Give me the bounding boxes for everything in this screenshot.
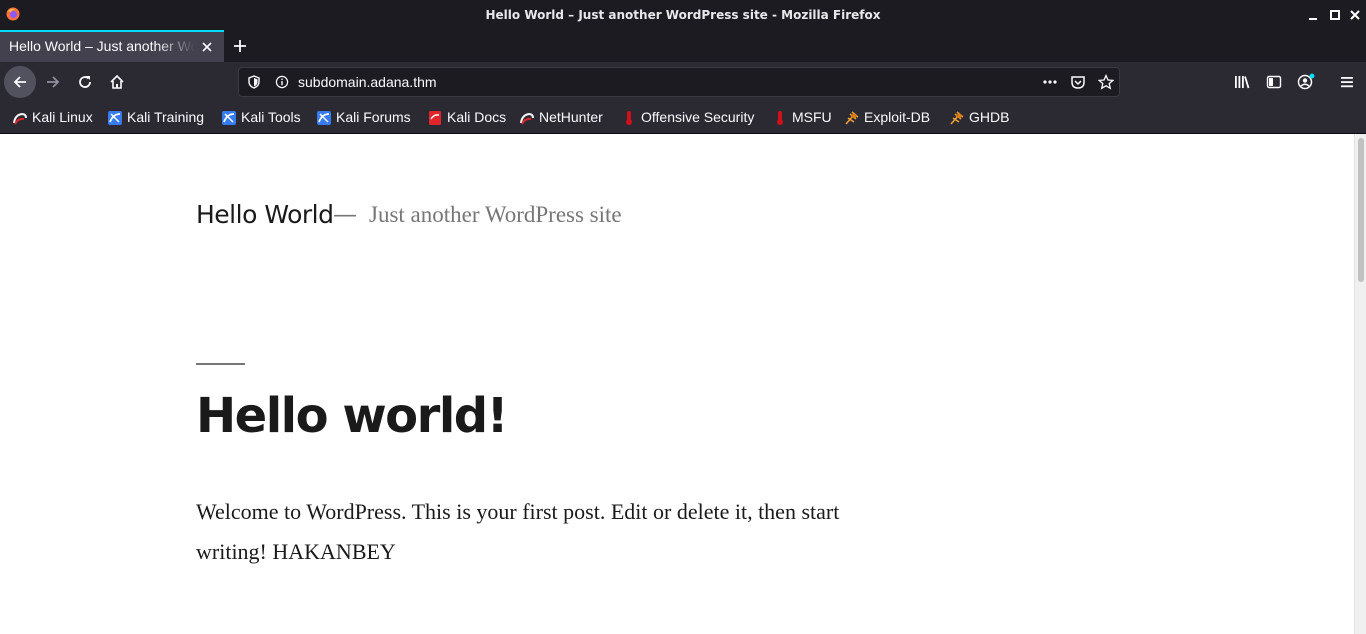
bookmark-nethunter[interactable]: NetHunter <box>519 109 611 127</box>
minimize-icon[interactable] <box>1306 8 1320 22</box>
post-divider <box>196 363 245 365</box>
exploitdb-icon <box>845 111 859 125</box>
bookmark-offensive-security[interactable]: Offensive Security <box>621 109 763 127</box>
kali-training-icon <box>108 111 122 125</box>
bookmarks-toolbar: Kali Linux Kali Training Kali Tools Kali… <box>0 102 1366 134</box>
window-titlebar: Hello World – Just another WordPress sit… <box>0 0 1366 30</box>
site-title-link[interactable]: Hello World <box>196 200 334 229</box>
forward-arrow-icon <box>47 76 60 88</box>
bookmark-label: Kali Tools <box>241 109 301 125</box>
bookmark-kali-linux[interactable]: Kali Linux <box>12 109 96 127</box>
bookmark-ghdb[interactable]: GHDB <box>949 109 1013 127</box>
bookmark-label: MSFU <box>792 109 832 125</box>
home-button[interactable] <box>101 66 133 98</box>
forward-button[interactable] <box>37 66 69 98</box>
site-description: Just another WordPress site <box>369 202 622 227</box>
sidebar-icon[interactable] <box>1266 74 1282 90</box>
bookmark-label: Kali Linux <box>32 109 93 125</box>
site-info-icon[interactable] <box>275 75 289 89</box>
library-icon[interactable] <box>1234 74 1250 90</box>
page-viewport: Hello World — Just another WordPress sit… <box>0 134 1354 634</box>
kali-docs-icon <box>429 111 441 125</box>
kali-tools-icon <box>222 111 236 125</box>
kali-dragon-icon <box>13 112 27 125</box>
kali-forums-icon <box>317 111 331 125</box>
maximize-icon[interactable] <box>1328 8 1342 22</box>
bookmark-label: NetHunter <box>539 109 603 125</box>
reload-button[interactable] <box>69 66 101 98</box>
back-button[interactable] <box>4 66 36 98</box>
back-arrow-icon <box>13 76 26 88</box>
page-scrollbar[interactable] <box>1354 134 1366 634</box>
bookmark-label: Kali Forums <box>336 109 411 125</box>
scrollbar-thumb[interactable] <box>1358 138 1364 282</box>
msfu-icon <box>777 111 783 125</box>
pocket-icon[interactable] <box>1070 74 1086 90</box>
bookmark-label: GHDB <box>969 109 1010 125</box>
site-title-separator: — <box>333 200 357 228</box>
url-text: subdomain.adana.thm <box>298 74 437 90</box>
post-title: Hello world! <box>196 388 509 444</box>
bookmark-star-icon[interactable] <box>1098 74 1114 90</box>
bookmark-kali-forums[interactable]: Kali Forums <box>316 109 416 127</box>
menu-icon[interactable] <box>1339 74 1355 90</box>
bookmark-label: Exploit-DB <box>864 109 931 125</box>
tracking-shield-icon[interactable] <box>247 75 261 89</box>
nethunter-icon <box>520 112 534 125</box>
address-bar[interactable]: subdomain.adana.thm <box>238 67 1120 97</box>
ghdb-icon <box>950 111 964 125</box>
reload-icon <box>79 76 91 88</box>
bookmark-exploit-db[interactable]: Exploit-DB <box>844 109 939 127</box>
tab-close-icon[interactable] <box>200 40 214 54</box>
bookmark-label: Kali Training <box>127 109 205 125</box>
page-actions-icon[interactable] <box>1042 75 1058 89</box>
offsec-icon <box>626 111 632 125</box>
navigation-toolbar: subdomain.adana.thm <box>0 62 1366 102</box>
bookmark-kali-docs[interactable]: Kali Docs <box>427 109 509 127</box>
tab-active[interactable]: Hello World – Just another WordPress sit… <box>0 30 224 62</box>
bookmark-kali-training[interactable]: Kali Training <box>107 109 210 127</box>
bookmark-kali-tools[interactable]: Kali Tools <box>221 109 305 127</box>
bookmark-label: Offensive Security <box>641 109 755 125</box>
account-icon[interactable] <box>1297 73 1315 91</box>
bookmark-label: Kali Docs <box>447 109 507 125</box>
post-body: Welcome to WordPress. This is your first… <box>196 499 840 564</box>
window-title: Hello World – Just another WordPress sit… <box>485 8 881 22</box>
new-tab-icon[interactable] <box>232 38 248 54</box>
close-window-icon[interactable] <box>1348 8 1362 22</box>
tab-strip: Hello World – Just another WordPress sit… <box>0 30 1366 62</box>
home-icon <box>110 74 124 89</box>
bookmark-msfu[interactable]: MSFU <box>772 109 834 127</box>
